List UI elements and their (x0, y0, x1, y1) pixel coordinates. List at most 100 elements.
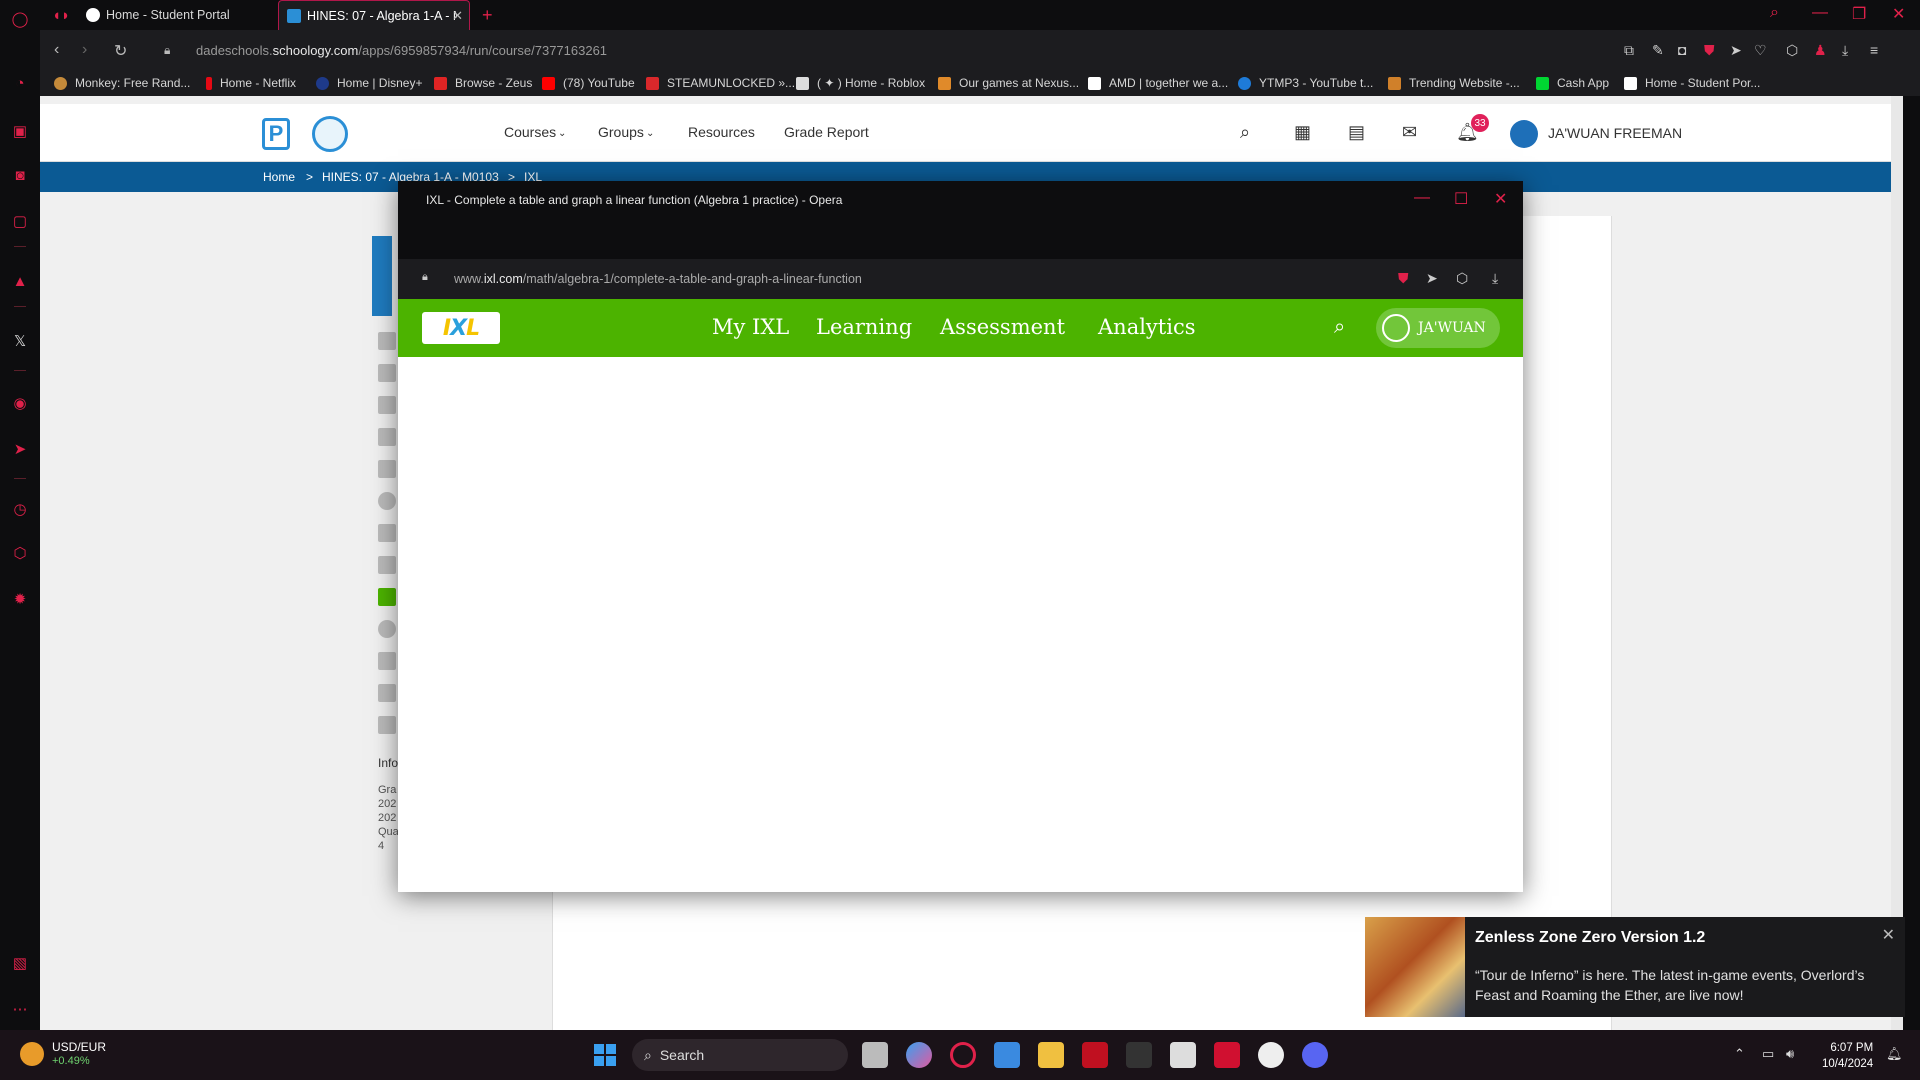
bookmark-item[interactable]: Monkey: Free Rand... (54, 76, 190, 90)
calendar-icon[interactable]: ▤ (1348, 122, 1365, 143)
camera-icon[interactable]: ◘ (1678, 42, 1686, 58)
bell-icon[interactable]: 🔔︎ (1886, 1046, 1903, 1062)
network-icon[interactable]: ▭ (1762, 1046, 1774, 1062)
copilot-icon[interactable] (906, 1042, 932, 1068)
new-tab-button[interactable]: + (474, 0, 501, 30)
menu-icon[interactable]: ≡ (1870, 42, 1878, 58)
heart-icon[interactable]: ♡ (1754, 42, 1767, 59)
logitech-icon[interactable] (1258, 1042, 1284, 1068)
notification-toast[interactable]: Zenless Zone Zero Version 1.2 “Tour de I… (1365, 917, 1905, 1017)
cube-icon[interactable]: ⬡ (1786, 42, 1798, 59)
start-button[interactable] (594, 1044, 616, 1066)
bookmark-item[interactable]: ( ✦ ) Home - Roblox (796, 76, 925, 90)
bookmark-item[interactable]: Trending Website -... (1388, 76, 1520, 90)
more-icon[interactable]: ⋯ (9, 998, 31, 1020)
opera-taskbar-icon[interactable] (950, 1042, 976, 1068)
bookmark-item[interactable]: Home - Netflix (206, 76, 296, 90)
bookmark-item[interactable]: STEAMUNLOCKED »... (646, 76, 795, 90)
teams-icon[interactable] (378, 684, 396, 702)
download-icon[interactable]: ⤓ (1842, 42, 1848, 59)
powerschool-logo-icon[interactable]: P (262, 118, 290, 150)
nav-courses[interactable]: Courses (504, 124, 556, 140)
restore-icon[interactable]: ❐ (1852, 4, 1866, 24)
scrollbar[interactable] (1891, 96, 1903, 1030)
tab-student-portal[interactable]: Home - Student Portal ✕ (78, 0, 310, 30)
updates-icon[interactable] (378, 364, 396, 382)
ixl-app-icon[interactable] (378, 588, 396, 606)
close-tab-icon[interactable]: ✕ (452, 8, 463, 24)
bookmark-item[interactable]: (78) YouTube (542, 76, 635, 90)
bookmark-item[interactable]: Browse - Zeus (434, 76, 532, 90)
shopping-icon[interactable]: ▣ (9, 120, 31, 142)
tab-switch-icon[interactable]: ⧉ (1624, 42, 1634, 59)
back-icon[interactable]: ‹ (54, 41, 59, 59)
app-icon[interactable] (1126, 1042, 1152, 1068)
minimize-icon[interactable]: — (1414, 189, 1430, 207)
url-field[interactable]: dadeschools.schoology.com/apps/695985793… (196, 43, 607, 58)
store-icon[interactable] (994, 1042, 1020, 1068)
aria-icon[interactable]: ▲ (9, 270, 31, 292)
discord-icon[interactable] (1302, 1042, 1328, 1068)
bookmark-item[interactable]: AMD | together we a... (1088, 76, 1228, 90)
close-window-icon[interactable]: ✕ (1494, 189, 1507, 209)
history-icon[interactable]: ◷ (9, 498, 31, 520)
search-icon[interactable]: ⌕ (1240, 122, 1250, 143)
instagram-icon[interactable]: ▢ (9, 210, 31, 232)
nav-grade-report[interactable]: Grade Report (784, 124, 869, 140)
materials-icon[interactable] (378, 332, 396, 350)
ixl-user-button[interactable]: JA'WUAN (1376, 308, 1500, 348)
reload-icon[interactable]: ↻ (114, 41, 127, 61)
profile-icon[interactable]: ♟ (1814, 42, 1827, 59)
mail-icon[interactable]: ✉ (1402, 122, 1417, 143)
extensions-cube-icon[interactable]: ⬡ (9, 542, 31, 564)
nav-groups[interactable]: Groups (598, 124, 644, 140)
app-icon[interactable] (378, 556, 396, 574)
search-tabs-icon[interactable]: ⌕ (1770, 4, 1779, 22)
onedrive-icon[interactable] (378, 620, 396, 638)
close-icon[interactable]: ✕ (1882, 925, 1895, 945)
nav-analytics[interactable]: Analytics (1098, 315, 1195, 339)
stock-widget[interactable]: USD/EUR +0.49% (20, 1040, 106, 1067)
cube-icon[interactable]: ⬡ (1456, 270, 1468, 287)
app-icon[interactable] (378, 524, 396, 542)
maximize-icon[interactable]: ☐ (1454, 189, 1468, 209)
app-icon[interactable] (1170, 1042, 1196, 1068)
gamepad-icon[interactable]: ◖◗ (50, 4, 72, 26)
ixl-logo[interactable]: IXL (422, 312, 500, 344)
clock[interactable]: 6:07 PM 10/4/2024 (1822, 1040, 1873, 1072)
volume-icon[interactable]: 🔊︎ (1786, 1046, 1794, 1062)
zoom-icon[interactable] (378, 716, 396, 734)
app-icon[interactable] (378, 492, 396, 510)
edit-icon[interactable]: ✎ (1652, 42, 1664, 59)
nav-resources[interactable]: Resources (688, 124, 755, 140)
opera-logo-icon[interactable]: ◯ (9, 8, 31, 30)
settings-gear-icon[interactable]: ✹ (9, 588, 31, 610)
download-icon[interactable]: ⤓ (1492, 270, 1498, 287)
forward-icon[interactable]: › (82, 41, 87, 59)
breadcrumb-home[interactable]: Home (263, 170, 295, 184)
app-icon[interactable] (378, 460, 396, 478)
taskbar-search[interactable]: ⌕ Search (632, 1039, 848, 1071)
onenote-icon[interactable] (378, 652, 396, 670)
tab-algebra[interactable]: HINES: 07 - Algebra 1-A - M ✕ (278, 0, 470, 30)
send-icon[interactable]: ➤ (1426, 270, 1438, 287)
user-menu[interactable]: JA'WUAN FREEMAN (1548, 125, 1682, 141)
bookmark-item[interactable]: YTMP3 - YouTube t... (1238, 76, 1373, 90)
nav-learning[interactable]: Learning (816, 315, 912, 339)
members-icon[interactable] (378, 428, 396, 446)
nav-my-ixl[interactable]: My IXL (712, 315, 789, 339)
bookmark-item[interactable]: Our games at Nexus... (938, 76, 1079, 90)
adblock-shield-icon[interactable]: ⛊ (1704, 42, 1715, 59)
player-icon[interactable]: ◉ (9, 392, 31, 414)
avatar[interactable] (1510, 120, 1538, 148)
minimize-icon[interactable]: — (1812, 4, 1828, 22)
x-twitter-icon[interactable]: 𝕏 (9, 330, 31, 352)
close-window-icon[interactable]: ✕ (1892, 4, 1905, 24)
app-icon[interactable] (1214, 1042, 1240, 1068)
snapshot-icon[interactable]: ▧ (9, 952, 31, 974)
send-icon[interactable]: ➤ (9, 438, 31, 460)
task-view-icon[interactable] (862, 1042, 888, 1068)
bookmark-item[interactable]: Home | Disney+ (316, 76, 422, 90)
send-icon[interactable]: ➤ (1730, 42, 1742, 59)
file-explorer-icon[interactable] (1038, 1042, 1064, 1068)
